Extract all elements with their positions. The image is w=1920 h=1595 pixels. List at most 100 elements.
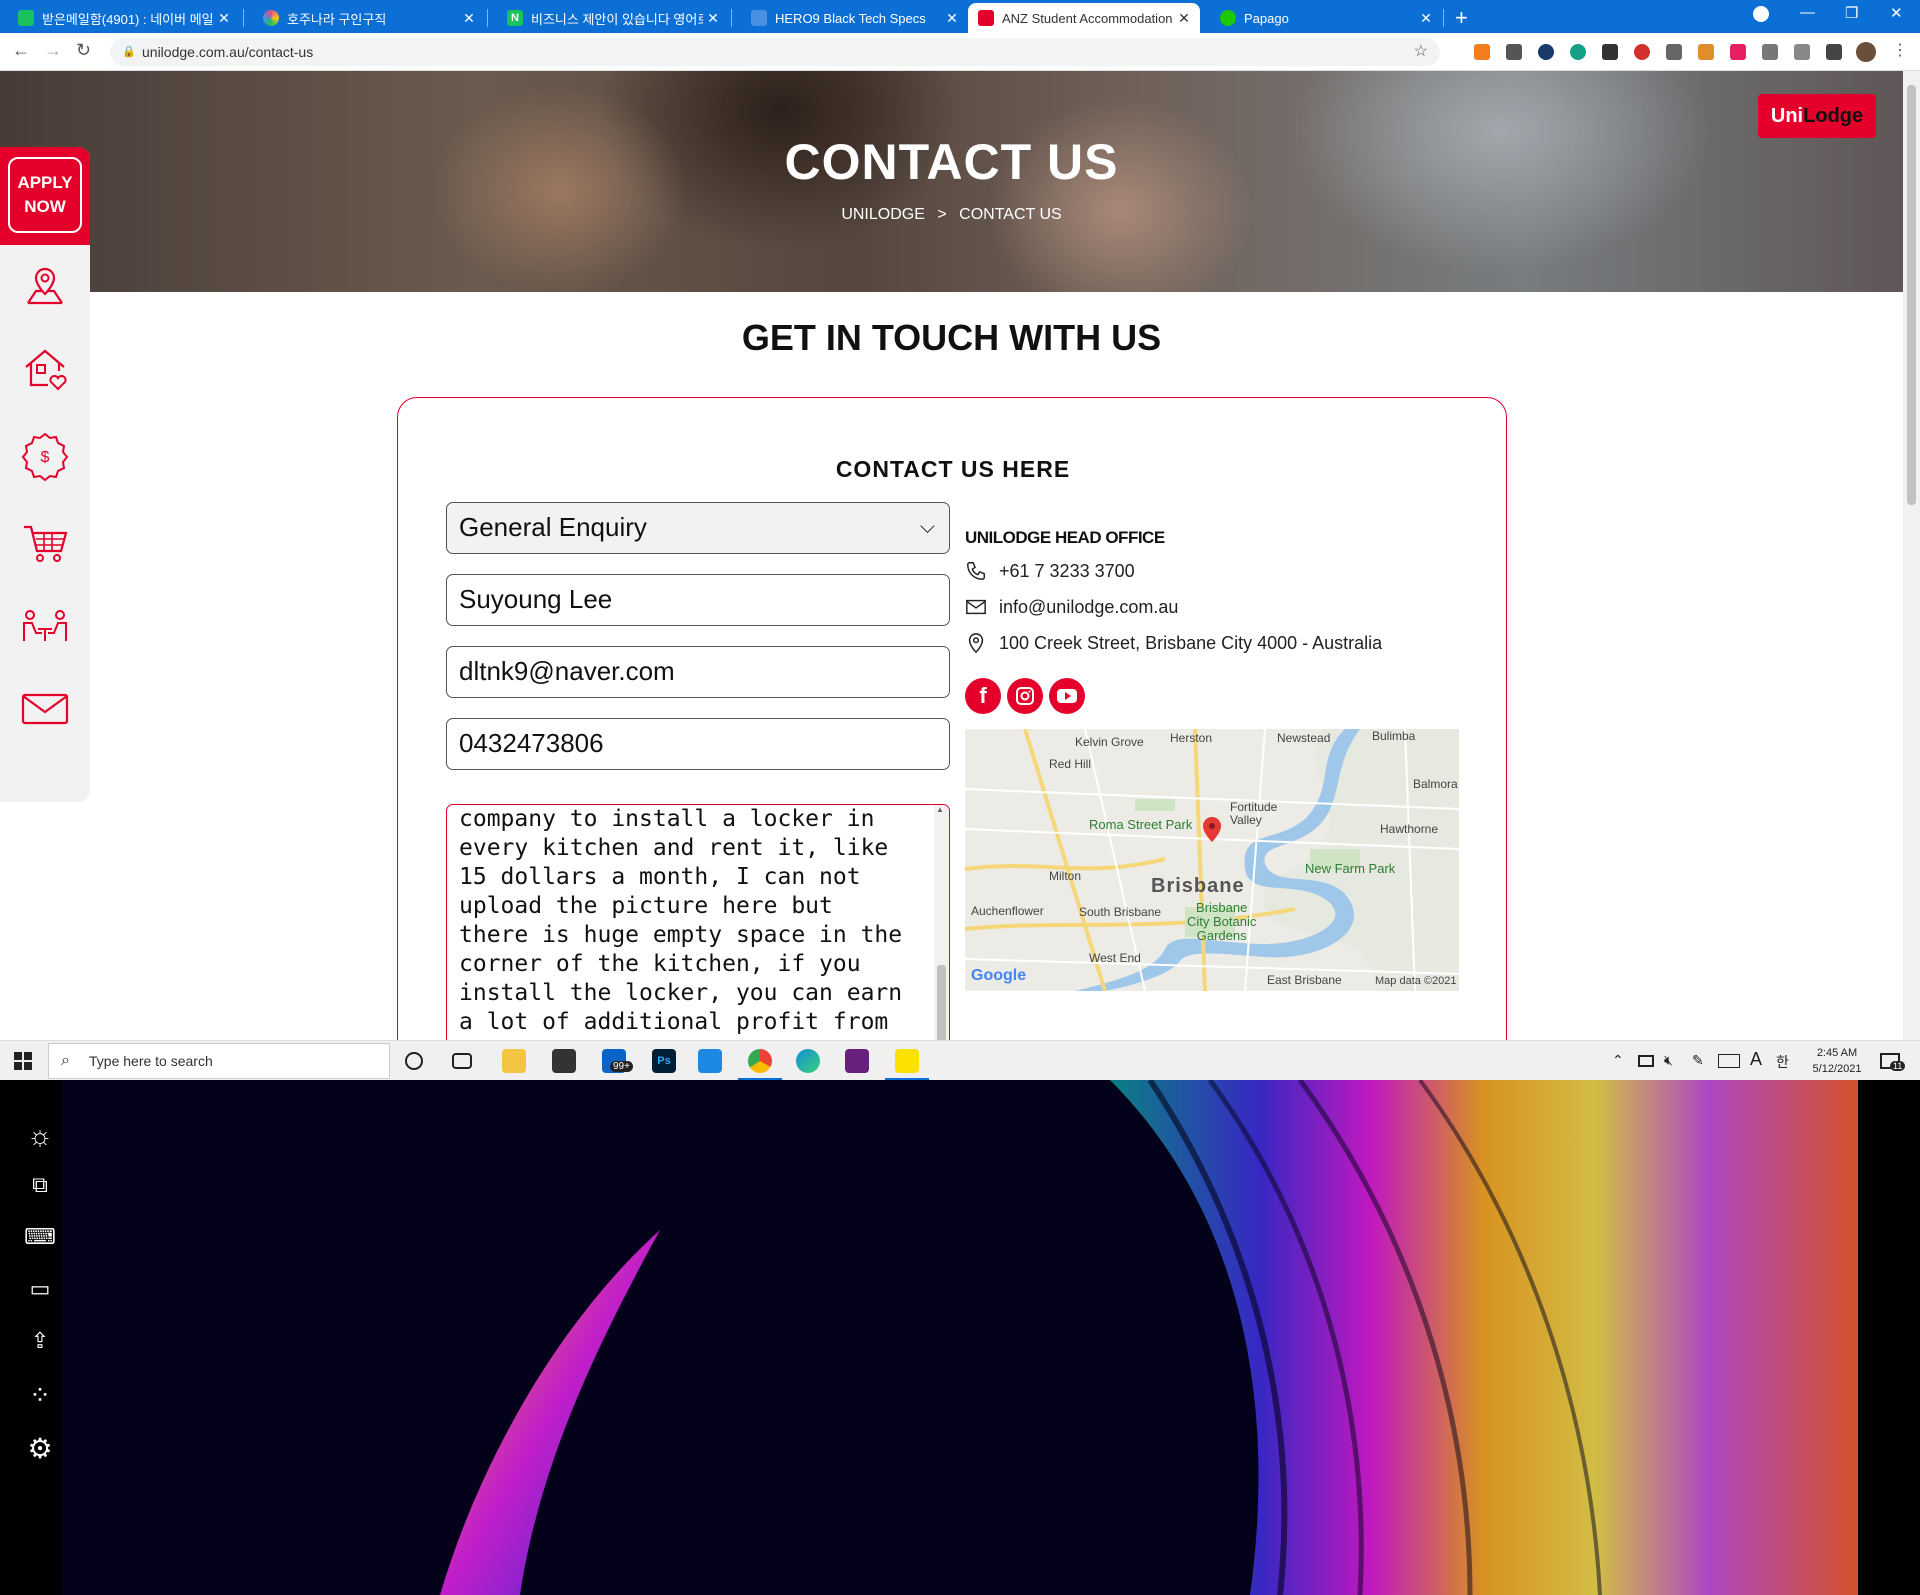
breadcrumb-home-link[interactable]: UNILODGE [841,206,925,223]
extension-info-icon[interactable] [1506,44,1522,60]
bookmark-star-icon[interactable]: ☆ [1414,38,1428,66]
page-scrollbar[interactable] [1903,71,1920,1040]
address-bar[interactable]: 🔒 unilodge.com.au/contact-us ☆ [110,38,1440,66]
extensions-puzzle-icon[interactable] [1826,44,1842,60]
enquiry-type-select[interactable]: General Enquiry ⌵ [446,502,950,554]
brightness-icon[interactable]: ☼ [22,1120,58,1156]
extension-rx-icon[interactable] [1474,44,1490,60]
back-arrow-icon[interactable]: ← [12,40,30,61]
page-viewport: CONTACT US UNILODGE > CONTACT US UniLodg… [0,71,1903,1040]
tab-unilodge[interactable]: ANZ Student Accommodation | C ✕ [968,3,1200,33]
touch-keyboard-icon[interactable] [1718,1054,1740,1068]
input-language-a-icon[interactable]: A [1750,1049,1762,1070]
close-icon[interactable]: ✕ [1416,10,1436,27]
laptop-icon[interactable]: ▭ [22,1276,58,1312]
instagram-icon[interactable] [1007,678,1043,714]
avatar[interactable] [1856,42,1876,62]
cortana-icon[interactable] [405,1052,423,1070]
mail-icon[interactable] [20,683,70,733]
message-scroll-thumb[interactable] [937,965,946,1040]
tab-papago[interactable]: Papago ✕ [1202,3,1442,33]
tray-chevron-up-icon[interactable]: ⌃ [1612,1052,1624,1069]
message-scrollbar[interactable]: ▲ [934,805,949,1040]
profile-download-icon[interactable] [1753,6,1769,22]
kebab-menu-icon[interactable]: ⋮ [1892,40,1908,60]
new-tab-plus-icon[interactable]: + [1455,5,1468,31]
close-window-icon[interactable]: ✕ [1890,4,1903,22]
extension-block-icon[interactable] [1634,44,1650,60]
taskbar-search-input[interactable]: ⌕ Type here to search [48,1043,390,1079]
cart-icon[interactable] [20,517,70,567]
vscode-icon[interactable] [698,1049,722,1073]
map-pin-icon[interactable] [20,261,70,311]
unilodge-logo[interactable]: UniLodge [1758,94,1876,138]
volume-mute-icon[interactable]: 🔇︎ [1664,1052,1673,1069]
visual-studio-icon[interactable] [845,1049,869,1073]
logo-lodge-text: Lodge [1803,105,1864,127]
tab-naver-search[interactable]: N 비즈니스 제안이 있습니다 영어로 ✕ [489,3,729,33]
windows-start-icon[interactable] [14,1052,32,1070]
close-icon[interactable]: ✕ [459,10,479,27]
chrome-icon[interactable] [748,1049,772,1073]
system-clock[interactable]: 2:45 AM 5/12/2021 [1802,1045,1872,1077]
extension-shield-icon[interactable] [1730,44,1746,60]
youtube-icon[interactable] [1049,678,1085,714]
map-label-newstead: Newstead [1277,731,1331,745]
window-switch-icon[interactable]: ⧉ [22,1172,58,1208]
hojunara-favicon-icon [263,10,279,26]
restore-icon[interactable]: ❐ [1845,4,1858,22]
extension-pen-icon[interactable] [1666,44,1682,60]
office-address: 100 Creek Street, Brisbane City 4000 - A… [999,632,1383,653]
close-icon[interactable]: ✕ [942,10,962,27]
office-email-row[interactable]: info@unilodge.com.au [965,596,1178,618]
dollar-badge-icon[interactable]: $ [20,431,70,481]
settings-gear-icon[interactable]: ⚙ [22,1432,58,1468]
extension-clock-icon[interactable] [1538,44,1554,60]
contact-form-card: CONTACT US HERE General Enquiry ⌵ Suyoun… [397,397,1507,1040]
scroll-up-icon[interactable]: ▲ [936,805,944,814]
close-icon[interactable]: ✕ [703,10,723,27]
windows-taskbar: ⌕ Type here to search 99+ Ps ⌃ 🔇︎ ✎ A 한 … [0,1040,1920,1081]
name-field[interactable]: Suyoung Lee [446,574,950,626]
page-scroll-thumb[interactable] [1907,85,1916,505]
extension-grammarly-icon[interactable] [1570,44,1586,60]
message-textarea[interactable]: company to install a locker in every kit… [446,804,950,1040]
battery-icon[interactable] [1638,1055,1654,1067]
edge-icon[interactable] [796,1049,820,1073]
pen-icon[interactable]: ✎ [1692,1052,1704,1069]
phone-field[interactable]: 0432473806 [446,718,950,770]
facebook-icon[interactable]: f [965,678,1001,714]
email-field[interactable]: dltnk9@naver.com [446,646,950,698]
apply-line-1: APPLY [17,173,73,192]
close-icon[interactable]: ✕ [1174,10,1194,27]
apps-grid-icon[interactable]: ⁘ [22,1380,58,1416]
close-icon[interactable]: ✕ [214,10,234,27]
kakaotalk-icon[interactable] [895,1049,919,1073]
office-phone-row[interactable]: +61 7 3233 3700 [965,560,1135,582]
minimize-icon[interactable]: — [1800,4,1815,21]
photoshop-icon[interactable]: Ps [652,1049,676,1073]
tab-divider [487,9,488,27]
office-email: info@unilodge.com.au [999,596,1179,617]
extension-chart-icon[interactable] [1762,44,1778,60]
task-view-icon[interactable] [452,1053,472,1069]
tab-hojunara[interactable]: 호주나라 구인구직 ✕ [245,3,485,33]
ime-korean-icon[interactable]: 한 [1776,1052,1789,1072]
screen-share-icon[interactable]: ⇪ [22,1328,58,1364]
tab-divider [243,9,244,27]
map-label-east-brisbane: East Brisbane [1267,973,1342,987]
apply-now-button[interactable]: APPLY NOW [0,147,90,245]
office-map[interactable]: Kelvin Grove Herston Newstead Bulimba Re… [965,729,1459,991]
keyboard-icon[interactable]: ⌨ [22,1224,58,1260]
extension-notion-icon[interactable] [1602,44,1618,60]
tab-label: 받은메일함(4901) : 네이버 메일 [42,11,214,27]
extension-key-icon[interactable] [1698,44,1714,60]
tab-naver-mail[interactable]: 받은메일함(4901) : 네이버 메일 ✕ [0,3,240,33]
store-icon[interactable] [552,1049,576,1073]
forward-arrow-icon[interactable]: → [44,40,62,61]
tab-gopro[interactable]: HERO9 Black Tech Specs ✕ [733,3,968,33]
extension-bug-icon[interactable] [1794,44,1810,60]
people-meeting-icon[interactable] [20,601,70,651]
file-explorer-icon[interactable] [502,1049,526,1073]
reload-icon[interactable]: ↻ [76,40,91,61]
